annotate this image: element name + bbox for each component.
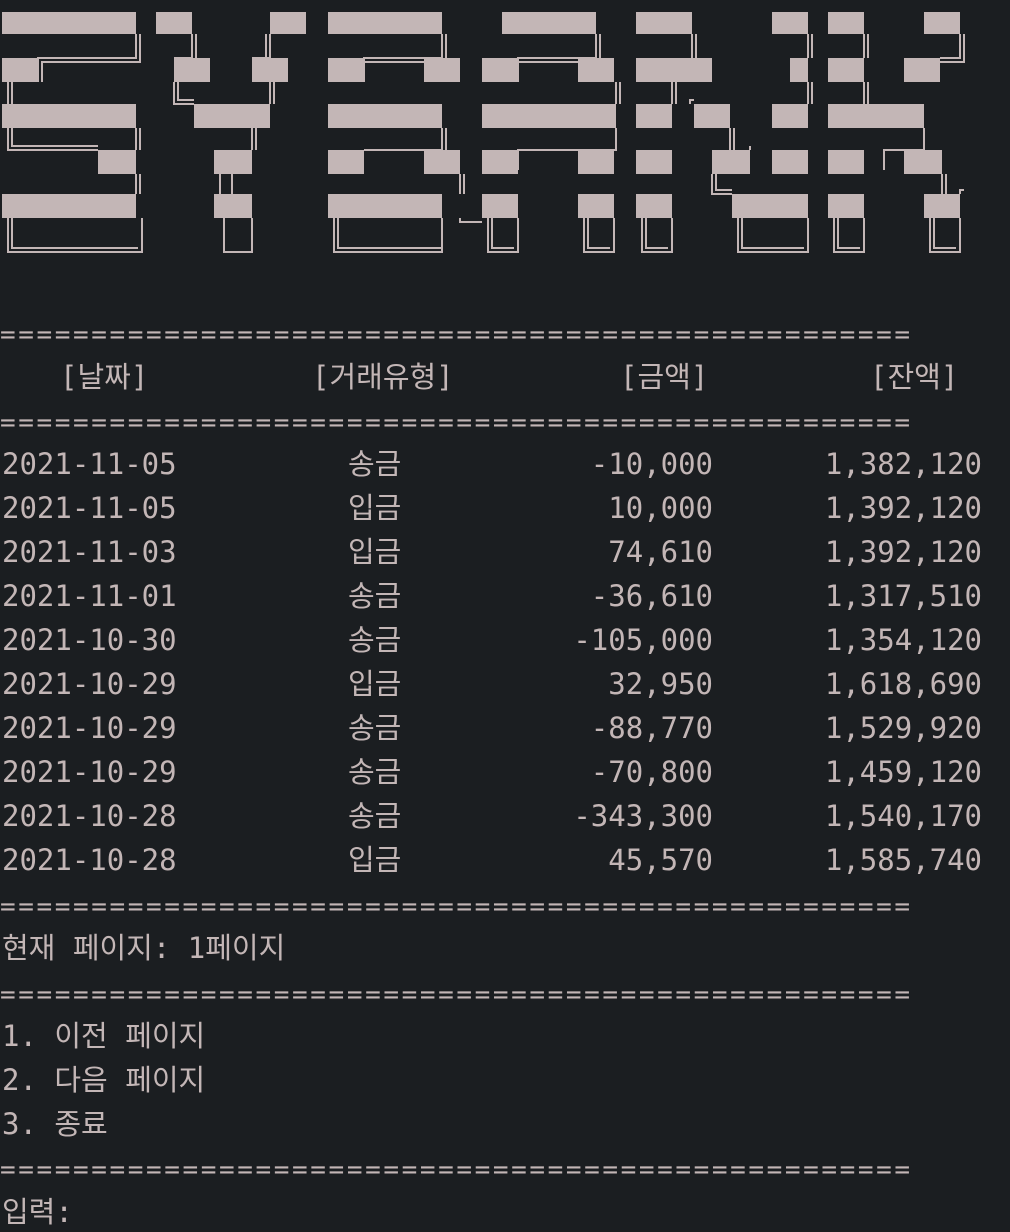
terminal-window: ========================================… <box>0 0 1010 1232</box>
input-prompt[interactable]: 입력: <box>2 1192 73 1232</box>
cell-balance: 1,317,510 <box>824 579 982 613</box>
cell-balance: 1,392,120 <box>824 535 982 569</box>
cell-balance: 1,354,120 <box>824 623 982 657</box>
cell-balance: 1,540,170 <box>824 799 982 833</box>
table-row: 2021-10-30 송금 -105,000 1,354,120 <box>0 620 1010 660</box>
cell-amount: 45,570 <box>608 843 713 877</box>
header-type: [거래유형] <box>312 360 454 394</box>
cell-date: 2021-10-29 <box>2 711 177 745</box>
header-balance: [잔액] <box>870 360 959 394</box>
header-amount: [금액] <box>620 360 709 394</box>
table-row: 2021-10-28 입금 45,570 1,585,740 <box>0 840 1010 880</box>
cell-date: 2021-10-29 <box>2 755 177 789</box>
cell-type: 입금 <box>348 535 402 569</box>
cell-type: 송금 <box>348 579 402 613</box>
header-date: [날짜] <box>60 360 149 394</box>
cell-type: 송금 <box>348 623 402 657</box>
cell-type: 입금 <box>348 491 402 525</box>
menu-item-exit: 3. 종료 <box>2 1107 108 1141</box>
cell-date: 2021-11-05 <box>2 491 177 525</box>
separator-line: ========================================… <box>0 985 913 1005</box>
cell-date: 2021-11-01 <box>2 579 177 613</box>
cell-amount: 32,950 <box>608 667 713 701</box>
table-row: 2021-11-05 입금 10,000 1,392,120 <box>0 488 1010 528</box>
cell-amount: -105,000 <box>573 623 713 657</box>
cell-balance: 1,618,690 <box>824 667 982 701</box>
cell-amount: -10,000 <box>590 447 713 481</box>
separator-line: ========================================… <box>0 325 913 345</box>
table-row: 2021-10-29 송금 -88,770 1,529,920 <box>0 708 1010 748</box>
page-status: 현재 페이지: 1페이지 <box>2 931 286 965</box>
table-row: 2021-10-29 송금 -70,800 1,459,120 <box>0 752 1010 792</box>
cell-type: 입금 <box>348 843 402 877</box>
menu-item-next-page: 2. 다음 페이지 <box>2 1063 206 1097</box>
cell-date: 2021-11-05 <box>2 447 177 481</box>
cell-balance: 1,529,920 <box>824 711 982 745</box>
ascii-art-bank-logo-icon <box>0 6 1010 256</box>
cell-type: 입금 <box>348 667 402 701</box>
cell-balance: 1,459,120 <box>824 755 982 789</box>
cell-date: 2021-10-28 <box>2 843 177 877</box>
cell-type: 송금 <box>348 799 402 833</box>
table-row: 2021-10-29 입금 32,950 1,618,690 <box>0 664 1010 704</box>
separator-line: ========================================… <box>0 413 913 433</box>
cell-amount: -343,300 <box>573 799 713 833</box>
table-row: 2021-10-28 송금 -343,300 1,540,170 <box>0 796 1010 836</box>
cell-date: 2021-10-30 <box>2 623 177 657</box>
menu-item-previous-page: 1. 이전 페이지 <box>2 1019 206 1053</box>
cell-amount: -88,770 <box>590 711 713 745</box>
separator-line: ========================================… <box>0 897 913 917</box>
table-row: 2021-11-05 송금 -10,000 1,382,120 <box>0 444 1010 484</box>
cell-balance: 1,382,120 <box>824 447 982 481</box>
table-header: [날짜] [거래유형] [금액] [잔액] <box>0 357 1010 397</box>
cell-balance: 1,392,120 <box>824 491 982 525</box>
cell-amount: -70,800 <box>590 755 713 789</box>
cell-date: 2021-11-03 <box>2 535 177 569</box>
cell-date: 2021-10-28 <box>2 799 177 833</box>
table-row: 2021-11-01 송금 -36,610 1,317,510 <box>0 576 1010 616</box>
cell-type: 송금 <box>348 447 402 481</box>
table-row: 2021-11-03 입금 74,610 1,392,120 <box>0 532 1010 572</box>
cell-type: 송금 <box>348 755 402 789</box>
separator-line: ========================================… <box>0 1160 913 1180</box>
cell-amount: 10,000 <box>608 491 713 525</box>
cell-amount: -36,610 <box>590 579 713 613</box>
cell-type: 송금 <box>348 711 402 745</box>
cell-date: 2021-10-29 <box>2 667 177 701</box>
cell-balance: 1,585,740 <box>824 843 982 877</box>
cell-amount: 74,610 <box>608 535 713 569</box>
